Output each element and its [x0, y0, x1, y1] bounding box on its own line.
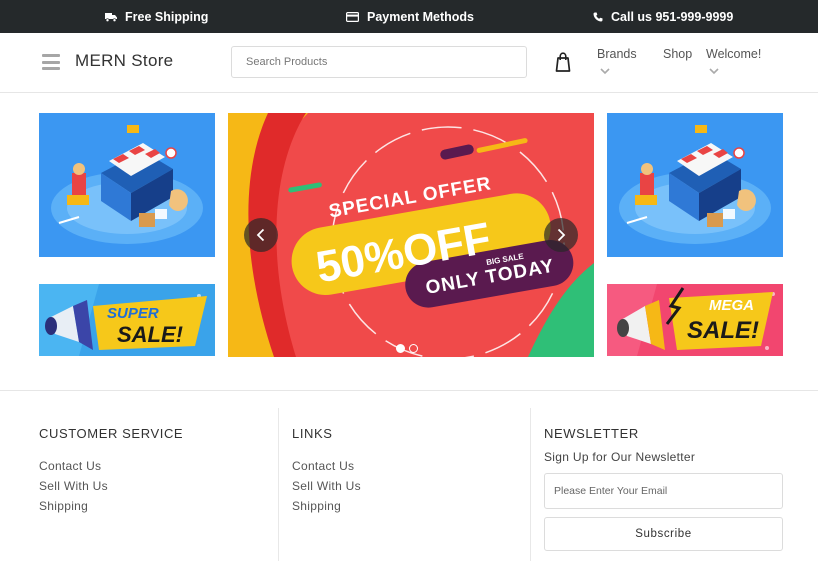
- links-column: LINKS Contact Us Sell With Us Shipping: [292, 391, 530, 561]
- carousel-prev-button[interactable]: [244, 218, 278, 252]
- super-text: SUPER: [107, 305, 159, 322]
- footer-divider: [530, 408, 531, 561]
- call-us-text: Call us 951-999-9999: [611, 9, 734, 24]
- newsletter-subtitle: Sign Up for Our Newsletter: [544, 450, 696, 464]
- mega-text: MEGA: [709, 297, 754, 314]
- subscribe-button[interactable]: Subscribe: [544, 517, 783, 551]
- shop-link[interactable]: Shop: [663, 47, 692, 61]
- welcome-dropdown[interactable]: Welcome!: [706, 47, 761, 61]
- carousel-next-button[interactable]: [544, 218, 578, 252]
- super-sale-banner[interactable]: SUPER SALE!: [39, 284, 215, 356]
- free-shipping-text: Free Shipping: [125, 9, 209, 24]
- customer-service-title: CUSTOMER SERVICE: [39, 426, 184, 441]
- footer-link-sell[interactable]: Sell With Us: [292, 479, 361, 493]
- footer-link-contact[interactable]: Contact Us: [292, 459, 354, 473]
- links-title: LINKS: [292, 426, 333, 441]
- shopping-promo-banner[interactable]: [39, 113, 215, 257]
- chevron-down-icon[interactable]: [709, 67, 719, 75]
- carousel-dots: [396, 344, 418, 353]
- phone-icon: [593, 12, 603, 21]
- footer-divider: [278, 408, 279, 561]
- carousel-dot-2[interactable]: [409, 344, 418, 353]
- sale-text: SALE!: [117, 322, 183, 347]
- free-shipping-info: Free Shipping: [105, 0, 208, 33]
- customer-service-column: CUSTOMER SERVICE Contact Us Sell With Us…: [39, 391, 279, 561]
- hero-carousel[interactable]: SPECIAL OFFER 50%OFF BIG SALE ONLY TODAY: [228, 113, 594, 357]
- footer-link-sell[interactable]: Sell With Us: [39, 479, 108, 493]
- sale-text: SALE!: [687, 317, 759, 344]
- search-input[interactable]: [231, 46, 527, 78]
- brand-logo[interactable]: MERN Store: [75, 51, 173, 71]
- truck-icon: [105, 12, 117, 22]
- top-bar: Free Shipping Payment Methods Call us 95…: [0, 0, 818, 33]
- payment-methods-text: Payment Methods: [367, 9, 474, 24]
- call-us-info: Call us 951-999-9999: [593, 0, 733, 33]
- carousel-dot-1[interactable]: [396, 344, 405, 353]
- footer-link-shipping[interactable]: Shipping: [292, 499, 341, 513]
- newsletter-title: NEWSLETTER: [544, 426, 639, 441]
- email-input[interactable]: [544, 473, 783, 509]
- shopping-promo-banner[interactable]: [607, 113, 783, 257]
- menu-icon[interactable]: [42, 54, 60, 70]
- mega-sale-banner[interactable]: MEGA SALE!: [607, 284, 783, 356]
- footer-link-shipping[interactable]: Shipping: [39, 499, 88, 513]
- chevron-left-icon: [256, 228, 265, 242]
- brands-dropdown[interactable]: Brands: [597, 47, 637, 61]
- chevron-right-icon: [557, 228, 566, 242]
- credit-card-icon: [346, 11, 359, 22]
- payment-methods-info: Payment Methods: [346, 0, 474, 33]
- chevron-down-icon[interactable]: [600, 67, 610, 75]
- footer-link-contact[interactable]: Contact Us: [39, 459, 101, 473]
- shopping-bag-icon[interactable]: [555, 52, 571, 72]
- header: MERN Store Brands Shop Welcome!: [0, 33, 818, 93]
